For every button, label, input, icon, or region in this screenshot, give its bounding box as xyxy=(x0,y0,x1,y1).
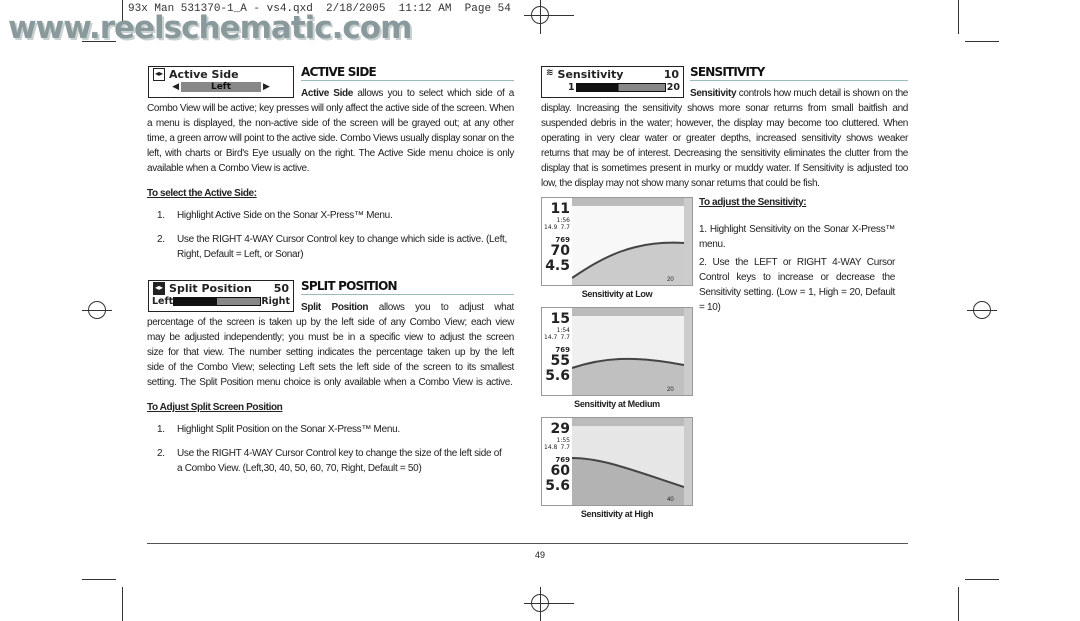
crop-mark xyxy=(122,587,123,621)
list-item: 2. Use the RIGHT 4-WAY Cursor Control key… xyxy=(157,232,507,262)
crop-mark xyxy=(965,41,999,42)
depth-readout: 29 xyxy=(550,421,570,437)
data-panel: 15 1:54 14.7 7.7 769 55 5.6 xyxy=(542,308,572,395)
lead: Split Position xyxy=(301,302,369,313)
section-heading: SENSITIVITY xyxy=(690,65,908,81)
speed-readout: 7.7 xyxy=(560,224,570,231)
step-text: Use the LEFT or RIGHT 4-WAY Cursor Contr… xyxy=(699,257,896,313)
menu-title: Split Position xyxy=(169,282,252,295)
time-readout: 1:56 xyxy=(556,217,570,224)
step-number: 2. xyxy=(157,234,165,245)
depth-readout: 15 xyxy=(550,311,570,327)
data-panel: 29 1:55 14.8 7.7 769 60 5.6 xyxy=(542,418,572,505)
sonar-display: 15 1:54 14.7 7.7 769 55 5.6 20 xyxy=(541,307,693,396)
step-number: 2. xyxy=(699,257,707,268)
watermark: www.reelschematic.com xyxy=(8,10,412,46)
temperature-readout: 70 xyxy=(550,243,570,259)
speed-large-readout: 5.6 xyxy=(545,478,570,494)
surface-clutter xyxy=(572,308,684,316)
steps-title: To adjust the Sensitivity: xyxy=(699,197,807,208)
data-panel: 11 1:56 14.9 7.7 769 70 4.5 xyxy=(542,198,572,285)
step-text: Use the RIGHT 4-WAY Cursor Control key t… xyxy=(177,234,507,260)
split-arrows-icon: ◂▸ xyxy=(153,68,166,81)
steps-list: 1. Highlight Sensitivity on the Sonar X-… xyxy=(699,222,895,315)
speed-readout: 7.7 xyxy=(560,444,570,451)
crop-mark xyxy=(958,0,959,34)
list-item: 1. Highlight Split Position on the Sonar … xyxy=(157,422,507,437)
sonar-display: 29 1:55 14.8 7.7 769 60 5.6 40 xyxy=(541,417,693,506)
steps-title: To select the Active Side: xyxy=(147,188,257,199)
active-side-body: Active Side allows you to select which s… xyxy=(147,86,514,176)
step-text: Highlight Split Position on the Sonar X-… xyxy=(177,424,400,435)
depth-scale-label: 20 xyxy=(667,387,674,393)
crop-mark xyxy=(958,587,959,621)
image-caption: Sensitivity at High xyxy=(580,509,654,519)
crop-mark xyxy=(967,310,997,311)
image-caption: Sensitivity at Medium xyxy=(574,399,660,409)
color-scale xyxy=(684,418,692,505)
menu-title: Active Side xyxy=(169,68,239,81)
surface-clutter xyxy=(572,418,684,426)
body-text: allows you to adjust what percentage of … xyxy=(147,302,514,388)
step-number: 2. xyxy=(157,448,165,459)
split-position-body: Split Position allows you to adjust what… xyxy=(147,300,514,390)
step-text: Highlight Sensitivity on the Sonar X-Pre… xyxy=(699,224,895,250)
menu-value: 50 xyxy=(273,282,289,295)
depth-readout: 11 xyxy=(550,201,570,217)
list-item: 2. Use the RIGHT 4-WAY Cursor Control key… xyxy=(157,446,507,476)
step-text: Highlight Active Side on the Sonar X-Pre… xyxy=(177,210,393,221)
menu-value: 10 xyxy=(663,68,679,81)
crop-mark xyxy=(965,579,999,580)
section-heading: ACTIVE SIDE xyxy=(301,65,514,81)
temp-readout: 14.9 xyxy=(544,224,558,231)
footer-rule xyxy=(147,543,908,544)
body-text: controls how much detail is shown on the… xyxy=(541,88,908,189)
list-item: 1. Highlight Active Side on the Sonar X-P… xyxy=(157,208,507,223)
page-number: 49 xyxy=(534,550,545,560)
crop-mark xyxy=(524,15,574,16)
surface-clutter xyxy=(572,198,684,206)
list-item: 2. Use the LEFT or RIGHT 4-WAY Cursor Co… xyxy=(699,255,895,315)
step-text: Use the RIGHT 4-WAY Cursor Control key t… xyxy=(177,448,502,474)
image-caption: Sensitivity at Low xyxy=(581,289,653,299)
temperature-readout: 55 xyxy=(550,353,570,369)
sonar-display: 11 1:56 14.9 7.7 769 70 4.5 20 xyxy=(541,197,693,286)
lead: Active Side xyxy=(301,88,354,99)
speed-large-readout: 4.5 xyxy=(545,258,570,274)
temp-readout: 14.8 xyxy=(544,444,558,451)
section-heading: SPLIT POSITION xyxy=(301,279,514,295)
body-text: allows you to select which side of a Com… xyxy=(147,88,515,174)
depth-scale-label: 20 xyxy=(667,277,674,283)
sonar-screenshot: 11 1:56 14.9 7.7 769 70 4.5 20 Sensitivit… xyxy=(541,197,693,299)
steps-list: 1. Highlight Active Side on the Sonar X-P… xyxy=(157,208,507,262)
sonar-screenshot: 29 1:55 14.8 7.7 769 60 5.6 40 Sensitivit… xyxy=(541,417,693,519)
sensitivity-body: Sensitivity controls how much detail is … xyxy=(541,86,908,191)
crop-mark xyxy=(524,603,574,604)
crop-mark xyxy=(82,310,112,311)
color-scale xyxy=(684,198,692,285)
speed-large-readout: 5.6 xyxy=(545,368,570,384)
step-number: 1. xyxy=(699,224,707,235)
step-number: 1. xyxy=(157,424,165,435)
temp-readout: 14.7 xyxy=(544,334,558,341)
crop-mark xyxy=(82,579,116,580)
list-item: 1. Highlight Sensitivity on the Sonar X-… xyxy=(699,222,895,252)
steps-list: 1. Highlight Split Position on the Sonar … xyxy=(157,422,507,476)
menu-title: Sensitivity xyxy=(557,68,624,81)
crop-mark xyxy=(540,0,541,34)
time-readout: 1:55 xyxy=(556,437,570,444)
temperature-readout: 60 xyxy=(550,463,570,479)
lead: Sensitivity xyxy=(690,88,737,99)
time-readout: 1:54 xyxy=(556,327,570,334)
sonar-screenshot: 15 1:54 14.7 7.7 769 55 5.6 20 Sensitivit… xyxy=(541,307,693,409)
split-icon: ◂▸ xyxy=(153,282,166,295)
speed-readout: 7.7 xyxy=(560,334,570,341)
step-number: 1. xyxy=(157,210,165,221)
steps-title: To Adjust Split Screen Position xyxy=(147,402,283,413)
crop-mark xyxy=(540,587,541,621)
color-scale xyxy=(684,308,692,395)
depth-scale-label: 40 xyxy=(667,497,674,503)
sensitivity-icon: ≋ xyxy=(546,68,554,78)
